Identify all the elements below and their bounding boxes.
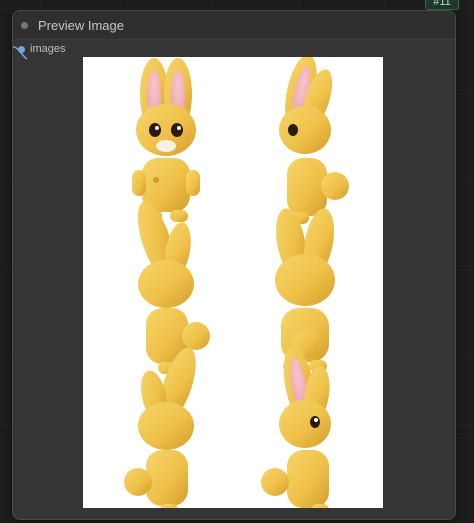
rabbit-side-front-view (261, 346, 331, 508)
node-header[interactable]: Preview Image (13, 11, 455, 40)
rabbit-back-side-view (137, 201, 210, 374)
collapse-dot-icon[interactable] (21, 21, 28, 29)
preview-image-canvas[interactable] (83, 57, 383, 508)
preview-image-node[interactable]: Preview Image images (12, 10, 456, 520)
preview-image (124, 57, 349, 508)
node-title: Preview Image (38, 17, 124, 33)
node-id-tag: #11 (425, 0, 459, 10)
rabbit-side-view (279, 57, 349, 224)
workflow-canvas[interactable]: { "node": { "id_tag": "#11", "title": "P… (0, 0, 474, 523)
rabbit-front-view (132, 58, 200, 222)
images-input-slot[interactable]: images (18, 43, 65, 55)
input-slot-dot-icon[interactable] (18, 45, 25, 53)
images-input-label: images (30, 43, 66, 55)
rabbit-back-view (275, 208, 335, 372)
